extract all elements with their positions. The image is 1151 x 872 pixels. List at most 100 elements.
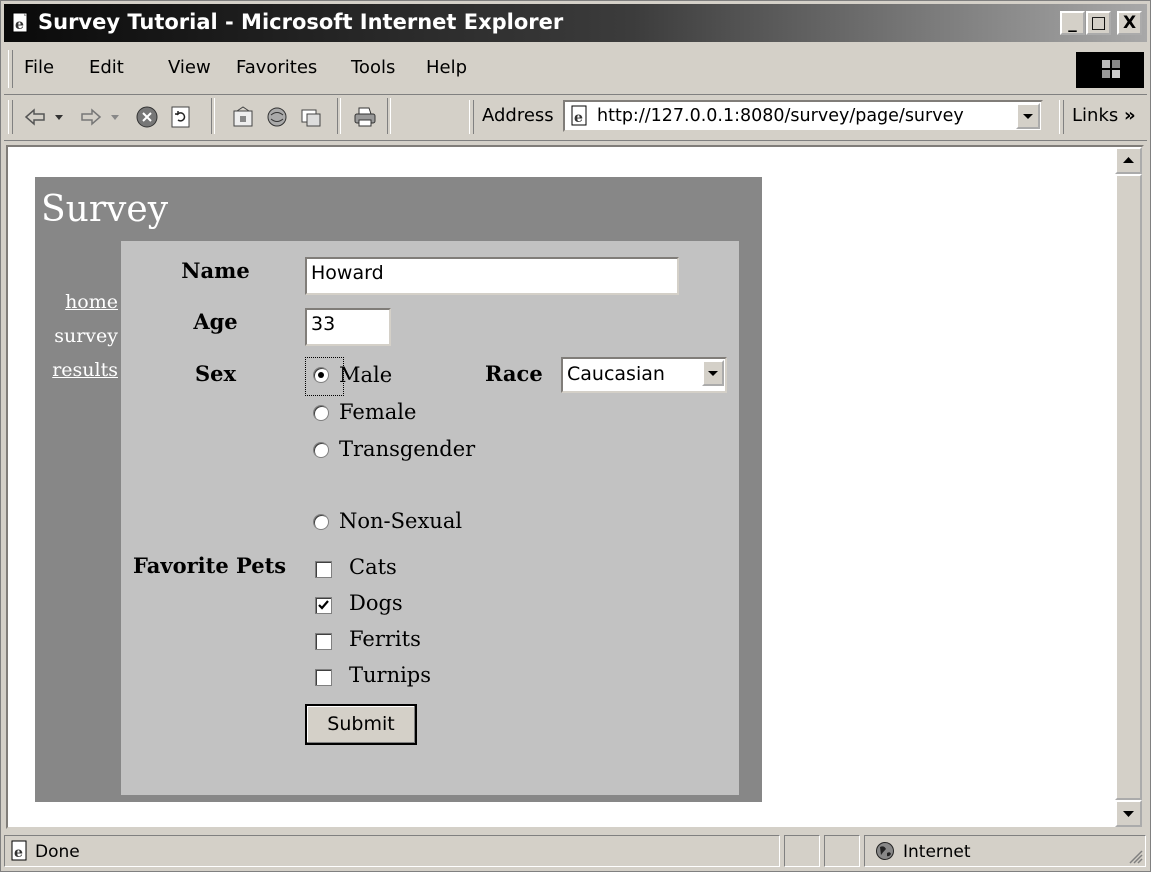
sex-radio-transgender[interactable] (313, 442, 329, 458)
forward-dropdown-icon[interactable] (109, 105, 121, 129)
age-field[interactable]: 33 (305, 308, 391, 346)
sex-option-male[interactable]: Male (339, 363, 392, 387)
sex-radio-male[interactable] (313, 367, 329, 383)
pet-checkbox-dogs[interactable] (315, 597, 332, 614)
stop-icon[interactable] (135, 105, 159, 129)
race-selected-value: Caucasian (567, 363, 665, 385)
toolbar-separator (387, 98, 391, 134)
name-label: Name (181, 258, 250, 283)
pet-checkbox-cats[interactable] (315, 561, 332, 578)
address-grip[interactable] (469, 100, 474, 134)
scroll-down-button[interactable] (1115, 800, 1142, 827)
back-dropdown-icon[interactable] (53, 105, 65, 129)
menu-bar: File Edit View Favorites Tools Help (4, 46, 1147, 95)
refresh-icon[interactable] (169, 105, 193, 129)
minimize-icon: _ (1068, 13, 1077, 33)
search-icon[interactable] (265, 105, 289, 129)
pet-checkbox-turnips[interactable] (315, 669, 332, 686)
vertical-scrollbar[interactable] (1115, 147, 1142, 827)
address-url[interactable]: http://127.0.0.1:8080/survey/page/survey (597, 106, 964, 126)
back-icon[interactable] (23, 105, 47, 129)
page-icon: e (11, 840, 27, 861)
resize-grip-icon[interactable] (1127, 848, 1143, 864)
page-viewport: Survey home survey results Name Howard A… (6, 145, 1144, 829)
nav-home-link[interactable]: home (39, 291, 118, 313)
favorites-icon[interactable] (299, 105, 323, 129)
radio-selected-dot (318, 372, 324, 378)
toolbar-separator (337, 98, 341, 134)
menu-grip[interactable] (8, 50, 13, 88)
close-button[interactable]: X (1117, 11, 1142, 35)
address-bar[interactable]: e http://127.0.0.1:8080/survey/page/surv… (563, 100, 1043, 132)
svg-text:e: e (15, 17, 24, 33)
maximize-icon: □ (1090, 13, 1107, 33)
sex-option-female[interactable]: Female (339, 400, 416, 424)
forward-icon[interactable] (79, 105, 103, 129)
name-field[interactable]: Howard (305, 257, 679, 295)
toolbar-grip[interactable] (8, 100, 13, 134)
pet-checkbox-ferrits[interactable] (315, 633, 332, 650)
sex-radio-female[interactable] (313, 405, 329, 421)
pet-label-ferrits[interactable]: Ferrits (349, 627, 421, 651)
maximize-button[interactable]: □ (1086, 11, 1111, 35)
status-panel (824, 835, 860, 867)
title-bar[interactable]: e Survey Tutorial - Microsoft Internet E… (4, 4, 1147, 42)
links-button[interactable]: Links » (1072, 105, 1136, 126)
pet-label-turnips[interactable]: Turnips (349, 663, 431, 687)
links-grip[interactable] (1059, 100, 1064, 134)
survey-container: Survey home survey results Name Howard A… (35, 177, 762, 802)
home-icon[interactable] (231, 105, 255, 129)
windows-logo-icon (1102, 60, 1120, 78)
windows-logo-throbber (1076, 52, 1144, 88)
race-label: Race (485, 361, 543, 386)
arrow-up-icon (1123, 157, 1134, 163)
links-label: Links (1072, 105, 1119, 126)
address-label: Address (482, 105, 554, 126)
menu-view[interactable]: View (168, 57, 211, 78)
svg-text:e: e (574, 110, 583, 126)
submit-button[interactable]: Submit (305, 704, 417, 745)
menu-help[interactable]: Help (426, 57, 467, 78)
nav-results-link[interactable]: results (39, 359, 118, 381)
menu-tools[interactable]: Tools (351, 57, 395, 78)
chevron-down-icon (1023, 114, 1033, 119)
minimize-button[interactable]: _ (1060, 11, 1085, 35)
address-dropdown-button[interactable] (1016, 103, 1040, 129)
menu-edit[interactable]: Edit (89, 57, 124, 78)
menu-file[interactable]: File (24, 57, 54, 78)
browser-window: e Survey Tutorial - Microsoft Internet E… (0, 0, 1151, 872)
race-select[interactable]: Caucasian (561, 357, 727, 393)
pet-label-dogs[interactable]: Dogs (349, 591, 403, 615)
svg-text:e: e (14, 845, 23, 861)
status-text: Done (35, 842, 80, 862)
favorite-pets-label: Favorite Pets (133, 553, 287, 578)
zone-text: Internet (903, 842, 971, 862)
status-bar: e Done Internet (4, 833, 1147, 869)
pet-label-cats[interactable]: Cats (349, 555, 397, 579)
ie-page-icon: e (12, 12, 28, 33)
scroll-up-button[interactable] (1115, 147, 1142, 174)
toolbar-separator (211, 98, 215, 134)
print-icon[interactable] (353, 105, 377, 129)
sex-radio-non-sexual[interactable] (313, 514, 329, 530)
page-title: Survey (41, 189, 169, 230)
window-title: Survey Tutorial - Microsoft Internet Exp… (38, 10, 564, 34)
links-chevron-icon: » (1123, 105, 1136, 126)
scroll-thumb[interactable] (1115, 174, 1142, 800)
nav-survey-current: survey (54, 325, 118, 347)
page-icon: e (571, 105, 587, 126)
arrow-down-icon (1123, 811, 1134, 817)
status-main-panel: e Done (4, 835, 780, 867)
chevron-down-icon (708, 371, 718, 376)
age-label: Age (193, 309, 238, 334)
sex-option-transgender[interactable]: Transgender (339, 437, 475, 461)
status-zone-panel[interactable]: Internet (864, 835, 1146, 867)
close-icon: X (1122, 13, 1137, 33)
race-dropdown-button[interactable] (702, 360, 724, 386)
sex-option-non-sexual[interactable]: Non-Sexual (339, 509, 462, 533)
survey-form: Name Howard Age 33 Sex Male Female Trans… (121, 241, 739, 795)
sex-label: Sex (194, 361, 237, 386)
checkmark-icon (318, 600, 329, 610)
status-panel (784, 835, 820, 867)
menu-favorites[interactable]: Favorites (236, 57, 317, 78)
